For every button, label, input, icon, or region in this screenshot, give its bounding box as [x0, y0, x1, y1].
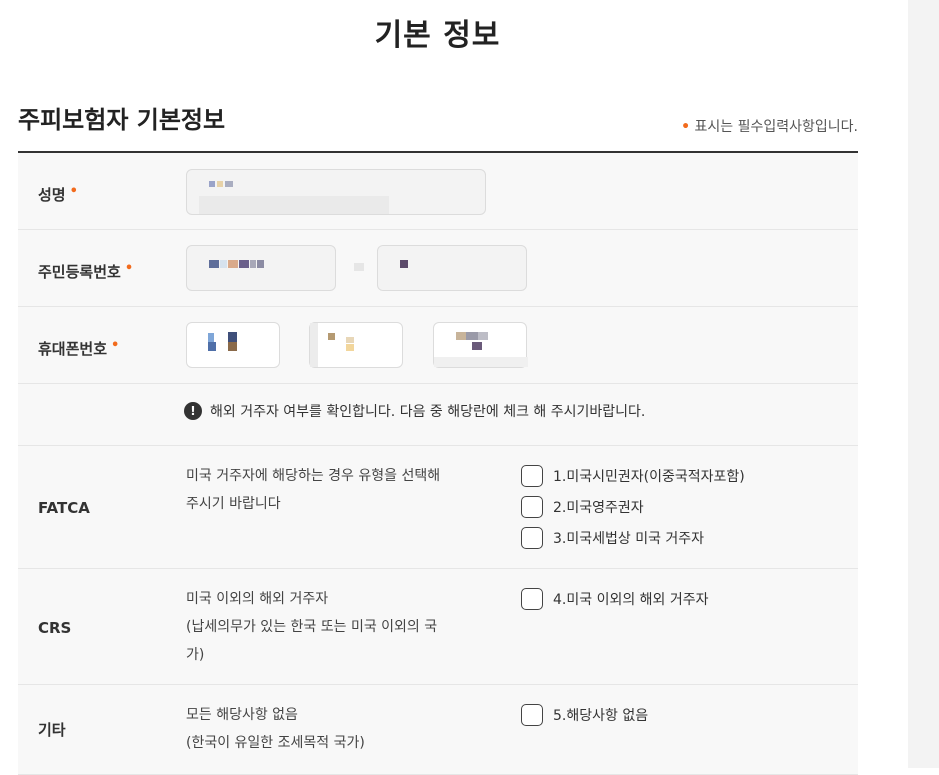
option-us-tax-resident[interactable]: 3.미국세법상 미국 거주자 — [521, 522, 745, 553]
row-phone: 휴대폰번호 • — [18, 307, 858, 384]
resident-number-separator — [354, 263, 364, 271]
other-description: 모든 해당사항 없음 (한국이 유일한 조세목적 국가) — [186, 707, 365, 751]
checkbox[interactable] — [521, 703, 543, 726]
page-title: 기본 정보 — [374, 18, 501, 53]
name-field[interactable] — [186, 169, 486, 215]
row-fatca: FATCA 미국 거주자에 해당하는 경우 유형을 선택해 주시기 바랍니다 1… — [18, 446, 858, 569]
label-name: 성명 • — [38, 184, 78, 204]
required-note-text: 표시는 필수입력사항입니다. — [694, 119, 858, 135]
other-options: 5.해당사항 없음 — [521, 699, 648, 730]
row-notice: ! 해외 거주자 여부를 확인합니다. 다음 중 해당란에 체크 해 주시기바랍… — [18, 384, 858, 446]
row-crs: CRS 미국 이외의 해외 거주자 (납세의무가 있는 한국 또는 미국 이외의… — [18, 569, 858, 685]
option-us-permanent-resident[interactable]: 2.미국영주권자 — [521, 491, 745, 522]
label-phone: 휴대폰번호 • — [38, 338, 120, 358]
crs-options: 4.미국 이외의 해외 거주자 — [521, 583, 709, 614]
row-resident-number: 주민등록번호 • — [18, 230, 858, 307]
option-us-citizen[interactable]: 1.미국시민권자(이중국적자포함) — [521, 460, 745, 491]
section-title: 주피보험자 기본정보 — [18, 106, 226, 134]
exclamation-icon: ! — [184, 402, 202, 420]
label-resident-number: 주민등록번호 • — [38, 261, 134, 281]
phone-part1-field[interactable] — [186, 322, 280, 368]
fatca-description: 미국 거주자에 해당하는 경우 유형을 선택해 주시기 바랍니다 — [186, 468, 441, 512]
phone-part3-field[interactable] — [433, 322, 528, 368]
phone-part2-field[interactable] — [309, 322, 403, 368]
row-other: 기타 모든 해당사항 없음 (한국이 유일한 조세목적 국가) 5.해당사항 없… — [18, 685, 858, 775]
label-other: 기타 — [38, 721, 66, 739]
crs-description: 미국 이외의 해외 거주자 (납세의무가 있는 한국 또는 미국 이외의 국 가… — [186, 591, 438, 663]
label-fatca: FATCA — [38, 499, 90, 517]
required-note: • 표시는 필수입력사항입니다. — [681, 116, 858, 136]
option-none-applicable[interactable]: 5.해당사항 없음 — [521, 699, 648, 730]
option-foreign-resident[interactable]: 4.미국 이외의 해외 거주자 — [521, 583, 709, 614]
form-table: 성명 • 주민등록번호 • 휴대폰번호 • ! 해외 거주자 여부를 확인합니다… — [18, 151, 858, 775]
checkbox[interactable] — [521, 464, 543, 487]
checkbox[interactable] — [521, 587, 543, 610]
resident-number-front-field[interactable] — [186, 245, 336, 291]
row-name: 성명 • — [18, 153, 858, 230]
fatca-options: 1.미국시민권자(이중국적자포함) 2.미국영주권자 3.미국세법상 미국 거주… — [521, 460, 745, 553]
checkbox[interactable] — [521, 526, 543, 549]
label-crs: CRS — [38, 619, 72, 637]
right-gutter — [908, 0, 939, 768]
checkbox[interactable] — [521, 495, 543, 518]
required-dot: • — [681, 119, 691, 135]
notice-text: 해외 거주자 여부를 확인합니다. 다음 중 해당란에 체크 해 주시기바랍니다… — [210, 404, 646, 420]
resident-number-back-field[interactable] — [377, 245, 527, 291]
notice: ! 해외 거주자 여부를 확인합니다. 다음 중 해당란에 체크 해 주시기바랍… — [184, 401, 645, 421]
